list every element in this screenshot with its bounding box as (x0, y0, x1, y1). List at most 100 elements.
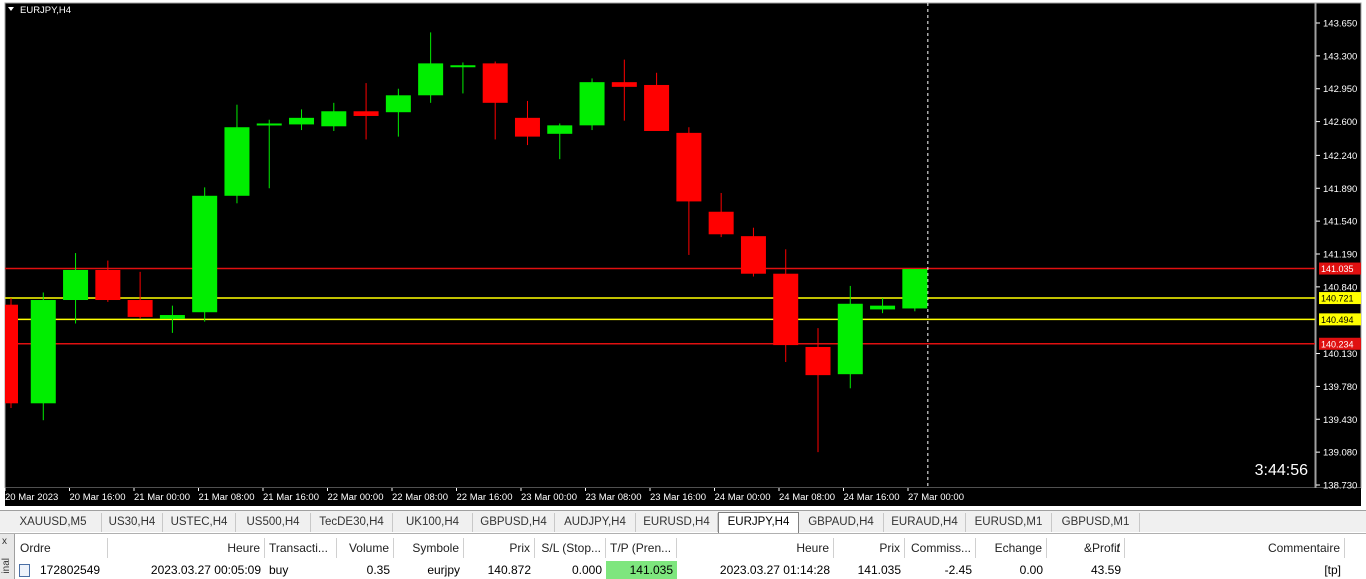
column-header-heure-fermeture[interactable]: Heure (677, 538, 834, 558)
price-scale-label: 141.890 (1323, 184, 1357, 195)
candle-body[interactable] (644, 84, 670, 131)
column-header-symbole[interactable]: Symbole (394, 538, 464, 558)
time-scale-label: 21 Mar 16:00 (263, 492, 319, 503)
terminal-panel: x inal Ordre 172802549 Heure 2023.03.27 00:… (0, 533, 1366, 579)
time-scale-label: 22 Mar 08:00 (392, 492, 448, 503)
candle-body[interactable] (30, 300, 56, 404)
candle-body[interactable] (127, 300, 153, 317)
price-chart[interactable]: EURJPY,H4 143.650 143.300 142.950 142.600 142… (0, 0, 1366, 509)
tab-gbpaud-h4[interactable]: GBPAUD,H4 (799, 513, 884, 532)
candle-body[interactable] (579, 82, 605, 126)
cell-commentaire: [tp] (1324, 563, 1341, 577)
chart-title: EURJPY,H4 (20, 5, 71, 16)
candle-body[interactable] (256, 123, 282, 126)
time-scale-label: 23 Mar 08:00 (586, 492, 642, 503)
column-header-heure-ouverture[interactable]: Heure (108, 538, 265, 558)
price-scale-label: 143.300 (1323, 51, 1357, 62)
column-header-commission[interactable]: Commiss... (905, 538, 976, 558)
cell-transaction: buy (269, 563, 289, 577)
terminal-side-strip: x inal (0, 534, 15, 579)
column-header-volume[interactable]: Volume (337, 538, 394, 558)
candle-body[interactable] (611, 82, 637, 87)
candle-body[interactable] (740, 236, 766, 274)
price-scale-label: 140.840 (1323, 282, 1357, 293)
chart-window[interactable]: EURJPY,H4 143.650 143.300 142.950 142.600 142… (0, 0, 1366, 509)
column-header-ordre[interactable]: Ordre (16, 538, 108, 558)
cell-prix-fermeture: 141.035 (857, 563, 901, 577)
candle-body[interactable] (773, 273, 799, 346)
cell-volume: 0.35 (366, 563, 390, 577)
candle-body[interactable] (708, 211, 734, 235)
tab-eurusd-h4[interactable]: EURUSD,H4 (636, 513, 718, 532)
tab-euraud-h4[interactable]: EURAUD,H4 (884, 513, 966, 532)
time-scale-label: 24 Mar 16:00 (844, 492, 900, 503)
column-header-prix[interactable]: Prix (464, 538, 535, 558)
tab-eurjpy-h4[interactable]: EURJPY,H4 (718, 512, 799, 533)
candle-body[interactable] (902, 269, 928, 309)
time-scale-label: 23 Mar 00:00 (521, 492, 577, 503)
column-header-commentaire[interactable]: Commentaire (1125, 538, 1345, 558)
candle-body[interactable] (63, 269, 89, 301)
tab-us500-h4[interactable]: US500,H4 (236, 513, 311, 532)
tab-us30-h4[interactable]: US30,H4 (102, 513, 163, 532)
price-level-label: 141.035 (1321, 264, 1354, 274)
candle-body[interactable] (5, 304, 18, 404)
price-scale-label: 142.600 (1323, 117, 1357, 128)
tab-gbpusd-h4[interactable]: GBPUSD,H4 (473, 513, 555, 532)
price-scale-label: 139.430 (1323, 415, 1357, 426)
candle-body[interactable] (95, 269, 121, 301)
column-header-sort-indicator[interactable]: / (1108, 538, 1125, 558)
price-scale-label: 138.730 (1323, 481, 1357, 492)
candle-body[interactable] (450, 65, 476, 68)
tab-tecde30-h4[interactable]: TecDE30,H4 (311, 513, 393, 532)
price-scale-label: 143.650 (1323, 19, 1357, 30)
candle-body[interactable] (547, 125, 573, 134)
bar-countdown: 3:44:56 (1255, 462, 1308, 479)
time-scale-label: 21 Mar 08:00 (199, 492, 255, 503)
price-scale-label: 141.190 (1323, 250, 1357, 261)
tab-xauusd-m5[interactable]: XAUUSD,M5 (5, 513, 102, 532)
candle-body[interactable] (418, 63, 444, 96)
candle-body[interactable] (482, 63, 508, 103)
candle-body[interactable] (192, 195, 218, 313)
candle-body[interactable] (159, 315, 185, 319)
tab-uk100-h4[interactable]: UK100,H4 (393, 513, 473, 532)
time-scale-label: 24 Mar 08:00 (779, 492, 835, 503)
candle-body[interactable] (805, 346, 831, 376)
tab-audjpy-h4[interactable]: AUDJPY,H4 (555, 513, 636, 532)
time-scale-label: 20 Mar 16:00 (70, 492, 126, 503)
time-scale-label: 24 Mar 00:00 (715, 492, 771, 503)
time-scale-label: 22 Mar 00:00 (328, 492, 384, 503)
cell-take-profit: 141.035 (606, 561, 677, 579)
candle-body[interactable] (289, 117, 315, 125)
candle-body[interactable] (870, 305, 896, 310)
time-scale-label: 21 Mar 00:00 (134, 492, 190, 503)
column-header-transaction[interactable]: Transacti... (265, 538, 337, 558)
cell-echange: 0.00 (1019, 563, 1043, 577)
price-scale-label: 142.240 (1323, 151, 1357, 162)
time-scale-label: 22 Mar 16:00 (457, 492, 513, 503)
candle-body[interactable] (321, 111, 347, 127)
tab-ustec-h4[interactable]: USTEC,H4 (163, 513, 236, 532)
column-header-echange[interactable]: Echange (976, 538, 1047, 558)
candle-body[interactable] (385, 95, 411, 113)
candle-body[interactable] (353, 111, 379, 116)
chart-tabs-bar: XAUUSD,M5 US30,H4 USTEC,H4 US500,H4 TecDE30,… (0, 510, 1366, 533)
cell-ordre: 172802549 (40, 563, 101, 577)
terminal-side-label: inal (1, 558, 12, 574)
cell-commission: -2.45 (944, 563, 972, 577)
column-header-take-profit[interactable]: T/P (Pren... (606, 538, 677, 558)
close-icon[interactable]: x (2, 536, 7, 547)
candle-body[interactable] (514, 117, 540, 137)
candle-body[interactable] (837, 303, 863, 375)
price-scale-label: 142.950 (1323, 84, 1357, 95)
time-scale-label: 27 Mar 00:00 (908, 492, 964, 503)
tab-eurusd-m1[interactable]: EURUSD,M1 (966, 513, 1052, 532)
tab-gbpusd-m1[interactable]: GBPUSD,M1 (1052, 513, 1140, 532)
candle-body[interactable] (676, 132, 702, 202)
column-header-prix-fermeture[interactable]: Prix (834, 538, 905, 558)
cell-symbole: eurjpy (427, 563, 460, 577)
candle-body[interactable] (224, 127, 250, 196)
cell-heure-ouverture: 2023.03.27 00:05:09 (150, 563, 261, 577)
column-header-stop-loss[interactable]: S/L (Stop... (535, 538, 606, 558)
